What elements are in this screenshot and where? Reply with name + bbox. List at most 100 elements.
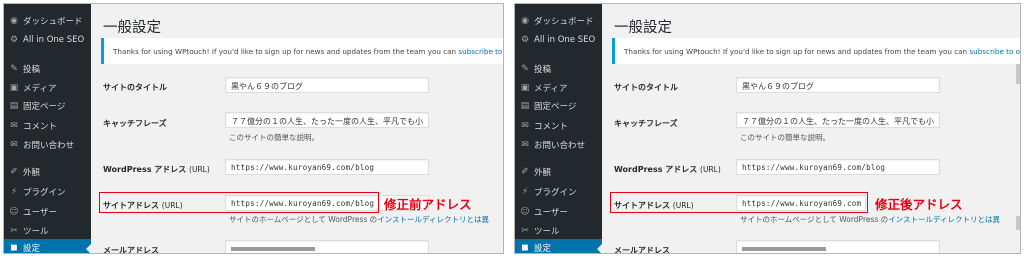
menu-item-label: 投稿 — [23, 65, 41, 75]
menu-item-users[interactable]: ☺ ユーザー — [515, 203, 602, 221]
appearance-icon: ✐ — [521, 167, 529, 177]
site-address-description: サイトのホームページとして WordPress のインストールディレクトリとは異 — [740, 214, 1012, 225]
page-icon: ▤ — [9, 101, 19, 111]
menu-item-label: プラグイン — [534, 188, 577, 198]
page-icon: ▤ — [520, 101, 530, 111]
menu-item-label: お問い合わせ — [534, 141, 586, 151]
wp-address-label-suffix: (URL) — [700, 165, 721, 174]
menu-item-all-in-one-seo[interactable]: ⚙ All in One SEO — [4, 31, 91, 49]
menu-item-contact[interactable]: ✉ お問い合わせ — [4, 136, 91, 154]
menu-item-label: ツール — [534, 227, 560, 237]
menu-item-label: ツール — [23, 227, 49, 237]
highlight-box — [610, 192, 868, 213]
menu-item-pages[interactable]: ▤ 固定ページ — [515, 97, 602, 115]
tagline-input[interactable]: ７７億分の１の人生、たった一度の人生、平凡でも小 — [225, 112, 429, 128]
dashboard-icon: ◉ — [10, 16, 18, 26]
install-directory-link[interactable]: インストールディレクトリとは異 — [377, 215, 489, 224]
tool-icon: ✂ — [521, 226, 529, 236]
site-title-input[interactable]: 黒やん６９のブログ — [736, 77, 940, 93]
menu-item-dashboard[interactable]: ◉ ダッシュボード — [515, 12, 602, 30]
newsletter-link[interactable]: subscribe to our newsle — [969, 47, 1020, 56]
site-title-input[interactable]: 黒やん６９のブログ — [225, 77, 429, 93]
highlight-box — [99, 192, 379, 213]
menu-item-comments[interactable]: ✉ コメント — [4, 117, 91, 135]
menu-item-label: メディア — [23, 84, 57, 94]
settings-icon: ◼ — [10, 243, 18, 253]
admin-sidebar: ◉ ダッシュボード ⚙ All in One SEO ✎ 投稿 ▣ メディア ▤ 固定ペー… — [515, 4, 602, 253]
screenshot-before: ◉ ダッシュボード ⚙ All in One SEO ✎ 投稿 ▣ メディア ▤ 固定ペー… — [3, 3, 504, 254]
menu-item-appearance[interactable]: ✐ 外観 — [4, 163, 91, 181]
menu-item-posts[interactable]: ✎ 投稿 — [515, 60, 602, 78]
plugin-icon: ⚡ — [10, 187, 18, 197]
menu-item-label: お問い合わせ — [23, 141, 75, 151]
tagline-input[interactable]: ７７億分の１の人生、たった一度の人生、平凡でも小 — [736, 112, 940, 128]
menu-item-label: 外観 — [23, 168, 41, 178]
redacted-email — [742, 247, 826, 251]
screenshot-after: ◉ ダッシュボード ⚙ All in One SEO ✎ 投稿 ▣ メディア ▤ 固定ペー… — [514, 3, 1021, 254]
menu-item-all-in-one-seo[interactable]: ⚙ All in One SEO — [515, 31, 602, 49]
install-directory-link[interactable]: インストールディレクトリとは異 — [888, 215, 1000, 224]
settings-content: 一般設定 Thanks for using WPtouch! If you'd … — [91, 4, 503, 253]
appearance-icon: ✐ — [10, 167, 18, 177]
page-title: 一般設定 — [614, 20, 672, 36]
annotation-label: 修正後アドレス — [875, 197, 963, 212]
menu-item-dashboard[interactable]: ◉ ダッシュボード — [4, 12, 91, 30]
menu-item-label: メディア — [534, 84, 568, 94]
tagline-description: このサイトの簡単な説明。 — [229, 133, 319, 142]
user-icon: ☺ — [9, 207, 19, 217]
menu-item-tools[interactable]: ✂ ツール — [4, 222, 91, 240]
site-address-desc-text: サイトのホームページとして WordPress の — [229, 215, 378, 224]
menu-item-label: All in One SEO — [534, 35, 596, 45]
menu-item-pages[interactable]: ▤ 固定ページ — [4, 97, 91, 115]
settings-icon: ◼ — [521, 243, 529, 253]
scrollbar-thumb[interactable] — [1016, 64, 1020, 84]
menu-item-label: 外観 — [534, 168, 552, 178]
plugin-notice: Thanks for using WPtouch! If you'd like … — [612, 38, 1020, 64]
menu-item-media[interactable]: ▣ メディア — [4, 79, 91, 97]
wp-address-label: WordPress アドレス (URL) — [614, 164, 721, 175]
menu-item-posts[interactable]: ✎ 投稿 — [4, 60, 91, 78]
menu-item-settings[interactable]: ◼ 設定 — [515, 239, 602, 254]
email-label: メールアドレス — [103, 246, 159, 254]
site-title-label: サイトのタイトル — [614, 83, 678, 92]
tagline-label: キャッチフレーズ — [614, 119, 678, 128]
comment-icon: ✉ — [10, 121, 18, 131]
menu-item-label: 固定ページ — [534, 102, 577, 112]
menu-item-label: 設定 — [23, 244, 41, 254]
menu-item-label: ダッシュボード — [534, 17, 594, 27]
menu-item-contact[interactable]: ✉ お問い合わせ — [515, 136, 602, 154]
wp-address-input[interactable]: https://www.kuroyan69.com/blog — [736, 159, 940, 175]
wp-address-label-text: WordPress アドレス — [614, 165, 701, 174]
menu-item-label: コメント — [23, 122, 58, 132]
email-input[interactable] — [736, 240, 940, 253]
menu-item-media[interactable]: ▣ メディア — [515, 79, 602, 97]
mail-icon: ✉ — [10, 140, 18, 150]
wp-address-label-suffix: (URL) — [189, 165, 210, 174]
newsletter-link[interactable]: subscribe to our newsletter — [458, 47, 503, 56]
mail-icon: ✉ — [521, 140, 529, 150]
menu-item-appearance[interactable]: ✐ 外観 — [515, 163, 602, 181]
scrollbar-thumb[interactable] — [1016, 216, 1020, 230]
menu-item-users[interactable]: ☺ ユーザー — [4, 203, 91, 221]
menu-item-settings[interactable]: ◼ 設定 — [4, 239, 91, 254]
menu-item-label: ユーザー — [534, 208, 568, 218]
tool-icon: ✂ — [10, 226, 18, 236]
wp-address-input[interactable]: https://www.kuroyan69.com/blog — [225, 159, 429, 175]
menu-item-tools[interactable]: ✂ ツール — [515, 222, 602, 240]
gear-icon: ⚙ — [9, 35, 19, 45]
settings-content: 一般設定 Thanks for using WPtouch! If you'd … — [602, 4, 1020, 253]
pin-icon: ✎ — [521, 64, 529, 74]
comment-icon: ✉ — [521, 121, 529, 131]
annotation-label: 修正前アドレス — [384, 197, 472, 212]
email-label: メールアドレス — [614, 246, 670, 254]
notice-text: Thanks for using WPtouch! If you'd like … — [113, 47, 459, 56]
email-input[interactable] — [225, 240, 429, 253]
menu-item-label: 設定 — [534, 244, 552, 254]
gear-icon: ⚙ — [520, 35, 530, 45]
plugin-icon: ⚡ — [521, 187, 529, 197]
menu-item-plugins[interactable]: ⚡ プラグイン — [515, 183, 602, 201]
tagline-label: キャッチフレーズ — [103, 119, 167, 128]
menu-item-comments[interactable]: ✉ コメント — [515, 117, 602, 135]
menu-item-plugins[interactable]: ⚡ プラグイン — [4, 183, 91, 201]
wp-address-label: WordPress アドレス (URL) — [103, 164, 210, 175]
